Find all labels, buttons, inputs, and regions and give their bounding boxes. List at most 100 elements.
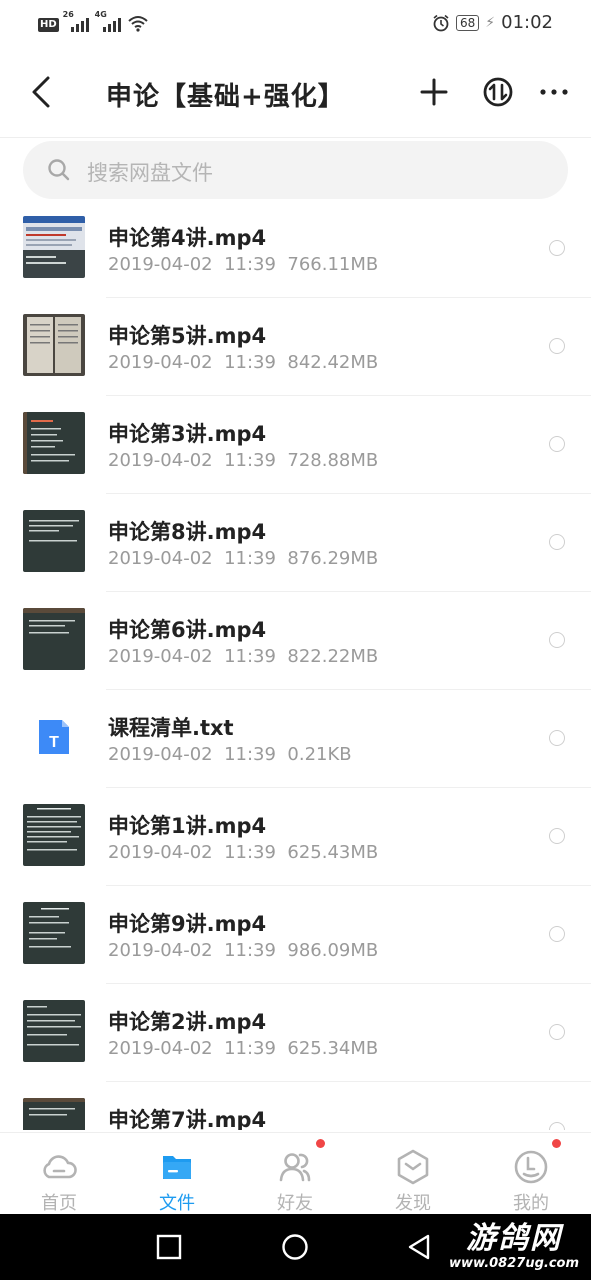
file-row[interactable]: 申论第7讲.mp4 [0, 1082, 591, 1130]
video-thumbnail [23, 1098, 85, 1130]
file-row[interactable]: 申论第9讲.mp4 2019-04-02 11:39 986.09MB [0, 886, 591, 984]
hd-badge: HD [38, 18, 59, 32]
file-time: 11:39 [224, 548, 276, 569]
select-radio[interactable] [549, 1122, 565, 1130]
file-meta: 2019-04-02 11:39 0.21KB [108, 744, 352, 765]
nav-discover[interactable]: 发现 [354, 1133, 472, 1215]
watermark-logo: 游鸽网 www.0827ug.com [449, 1222, 579, 1272]
file-time: 11:39 [224, 450, 276, 471]
file-row[interactable]: 申论第8讲.mp4 2019-04-02 11:39 876.29MB [0, 494, 591, 592]
video-thumbnail [23, 510, 85, 572]
txt-file-icon: T [23, 706, 85, 768]
select-radio[interactable] [549, 730, 565, 746]
select-radio[interactable] [549, 632, 565, 648]
select-radio[interactable] [549, 436, 565, 452]
file-time: 11:39 [224, 744, 276, 765]
more-icon[interactable] [536, 74, 572, 110]
video-thumbnail [23, 216, 85, 278]
file-meta: 2019-04-02 11:39 986.09MB [108, 940, 378, 961]
top-bar: 申论【基础+强化】 [0, 48, 591, 138]
file-date: 2019-04-02 [108, 1038, 213, 1059]
file-row[interactable]: 申论第3讲.mp4 2019-04-02 11:39 728.88MB [0, 396, 591, 494]
alarm-icon [433, 14, 449, 31]
nav-friends[interactable]: 好友 [236, 1133, 354, 1215]
file-size: 728.88MB [287, 450, 379, 471]
add-icon[interactable] [416, 74, 452, 110]
file-date: 2019-04-02 [108, 548, 213, 569]
friends-icon [279, 1153, 311, 1182]
file-row[interactable]: T 课程清单.txt 2019-04-02 11:39 0.21KB [0, 690, 591, 788]
search-input[interactable]: 搜索网盘文件 [87, 157, 213, 187]
file-time: 11:39 [224, 254, 276, 275]
search-bar[interactable]: 搜索网盘文件 [23, 141, 568, 199]
file-date: 2019-04-02 [108, 744, 213, 765]
wifi-icon [128, 16, 148, 32]
profile-icon [514, 1150, 548, 1184]
watermark-title: 游鸽网 [466, 1221, 562, 1256]
file-row[interactable]: 申论第4讲.mp4 2019-04-02 11:39 766.11MB [0, 200, 591, 298]
file-name: 申论第8讲.mp4 [108, 520, 267, 544]
txt-icon-letter: T [49, 734, 59, 751]
video-thumbnail [23, 902, 85, 964]
file-name: 申论第9讲.mp4 [108, 912, 267, 936]
video-thumbnail [23, 1000, 85, 1062]
file-name: 申论第1讲.mp4 [108, 814, 267, 838]
status-right: 68 ⚡ 01:02 [432, 12, 553, 33]
file-time: 11:39 [224, 940, 276, 961]
video-thumbnail [23, 314, 85, 376]
file-name: 申论第4讲.mp4 [108, 226, 267, 250]
system-nav-bar: 游鸽网 www.0827ug.com [0, 1214, 591, 1280]
nav-label: 发现 [395, 1193, 431, 1214]
file-time: 11:39 [224, 842, 276, 863]
watermark-url: www.0827ug.com [449, 1256, 579, 1271]
nav-label: 我的 [513, 1193, 549, 1214]
back-icon[interactable] [26, 74, 58, 110]
charging-icon: ⚡ [485, 14, 496, 31]
select-radio[interactable] [549, 338, 565, 354]
file-size: 822.22MB [287, 646, 379, 667]
file-size: 876.29MB [287, 548, 379, 569]
file-date: 2019-04-02 [108, 842, 213, 863]
select-radio[interactable] [549, 534, 565, 550]
signal-bars-icon [70, 18, 89, 32]
transfer-icon[interactable] [480, 74, 516, 110]
file-row[interactable]: 申论第1讲.mp4 2019-04-02 11:39 625.43MB [0, 788, 591, 886]
video-thumbnail [23, 412, 85, 474]
nav-profile[interactable]: 我的 [472, 1133, 590, 1215]
file-row[interactable]: 申论第6讲.mp4 2019-04-02 11:39 822.22MB [0, 592, 591, 690]
select-radio[interactable] [549, 828, 565, 844]
status-bar: HD 26 4G 68 ⚡ 01:02 [0, 0, 591, 48]
file-name: 课程清单.txt [108, 716, 234, 740]
nav-label: 文件 [159, 1193, 195, 1214]
select-radio[interactable] [549, 926, 565, 942]
signal-1: 26 [63, 10, 91, 32]
nav-files[interactable]: 文件 [118, 1133, 236, 1215]
discover-icon [397, 1149, 429, 1185]
select-radio[interactable] [549, 1024, 565, 1040]
nav-label: 首页 [41, 1193, 77, 1214]
file-size: 986.09MB [287, 940, 379, 961]
select-radio[interactable] [549, 240, 565, 256]
file-row[interactable]: 申论第2讲.mp4 2019-04-02 11:39 625.34MB [0, 984, 591, 1082]
home-button-icon[interactable] [280, 1232, 310, 1262]
file-size: 842.42MB [287, 352, 379, 373]
recent-apps-icon[interactable] [154, 1232, 184, 1262]
file-date: 2019-04-02 [108, 646, 213, 667]
notification-dot [316, 1139, 325, 1148]
file-date: 2019-04-02 [108, 352, 213, 373]
file-meta: 2019-04-02 11:39 842.42MB [108, 352, 378, 373]
file-name: 申论第6讲.mp4 [108, 618, 267, 642]
folder-icon [163, 1156, 191, 1179]
file-meta: 2019-04-02 11:39 766.11MB [108, 254, 378, 275]
file-size: 625.43MB [287, 842, 379, 863]
signal-bars-icon [102, 18, 121, 32]
file-name: 申论第5讲.mp4 [108, 324, 267, 348]
app-screen: HD 26 4G 68 ⚡ 01:02 申论【基础+强化】 搜索网盘文件 申论第… [0, 0, 591, 1280]
file-meta: 2019-04-02 11:39 728.88MB [108, 450, 378, 471]
notification-dot [552, 1139, 561, 1148]
status-left: HD 26 4G [38, 10, 149, 32]
search-icon [48, 159, 70, 181]
file-row[interactable]: 申论第5讲.mp4 2019-04-02 11:39 842.42MB [0, 298, 591, 396]
nav-home[interactable]: 首页 [0, 1133, 118, 1215]
back-triangle-icon[interactable] [404, 1232, 434, 1262]
